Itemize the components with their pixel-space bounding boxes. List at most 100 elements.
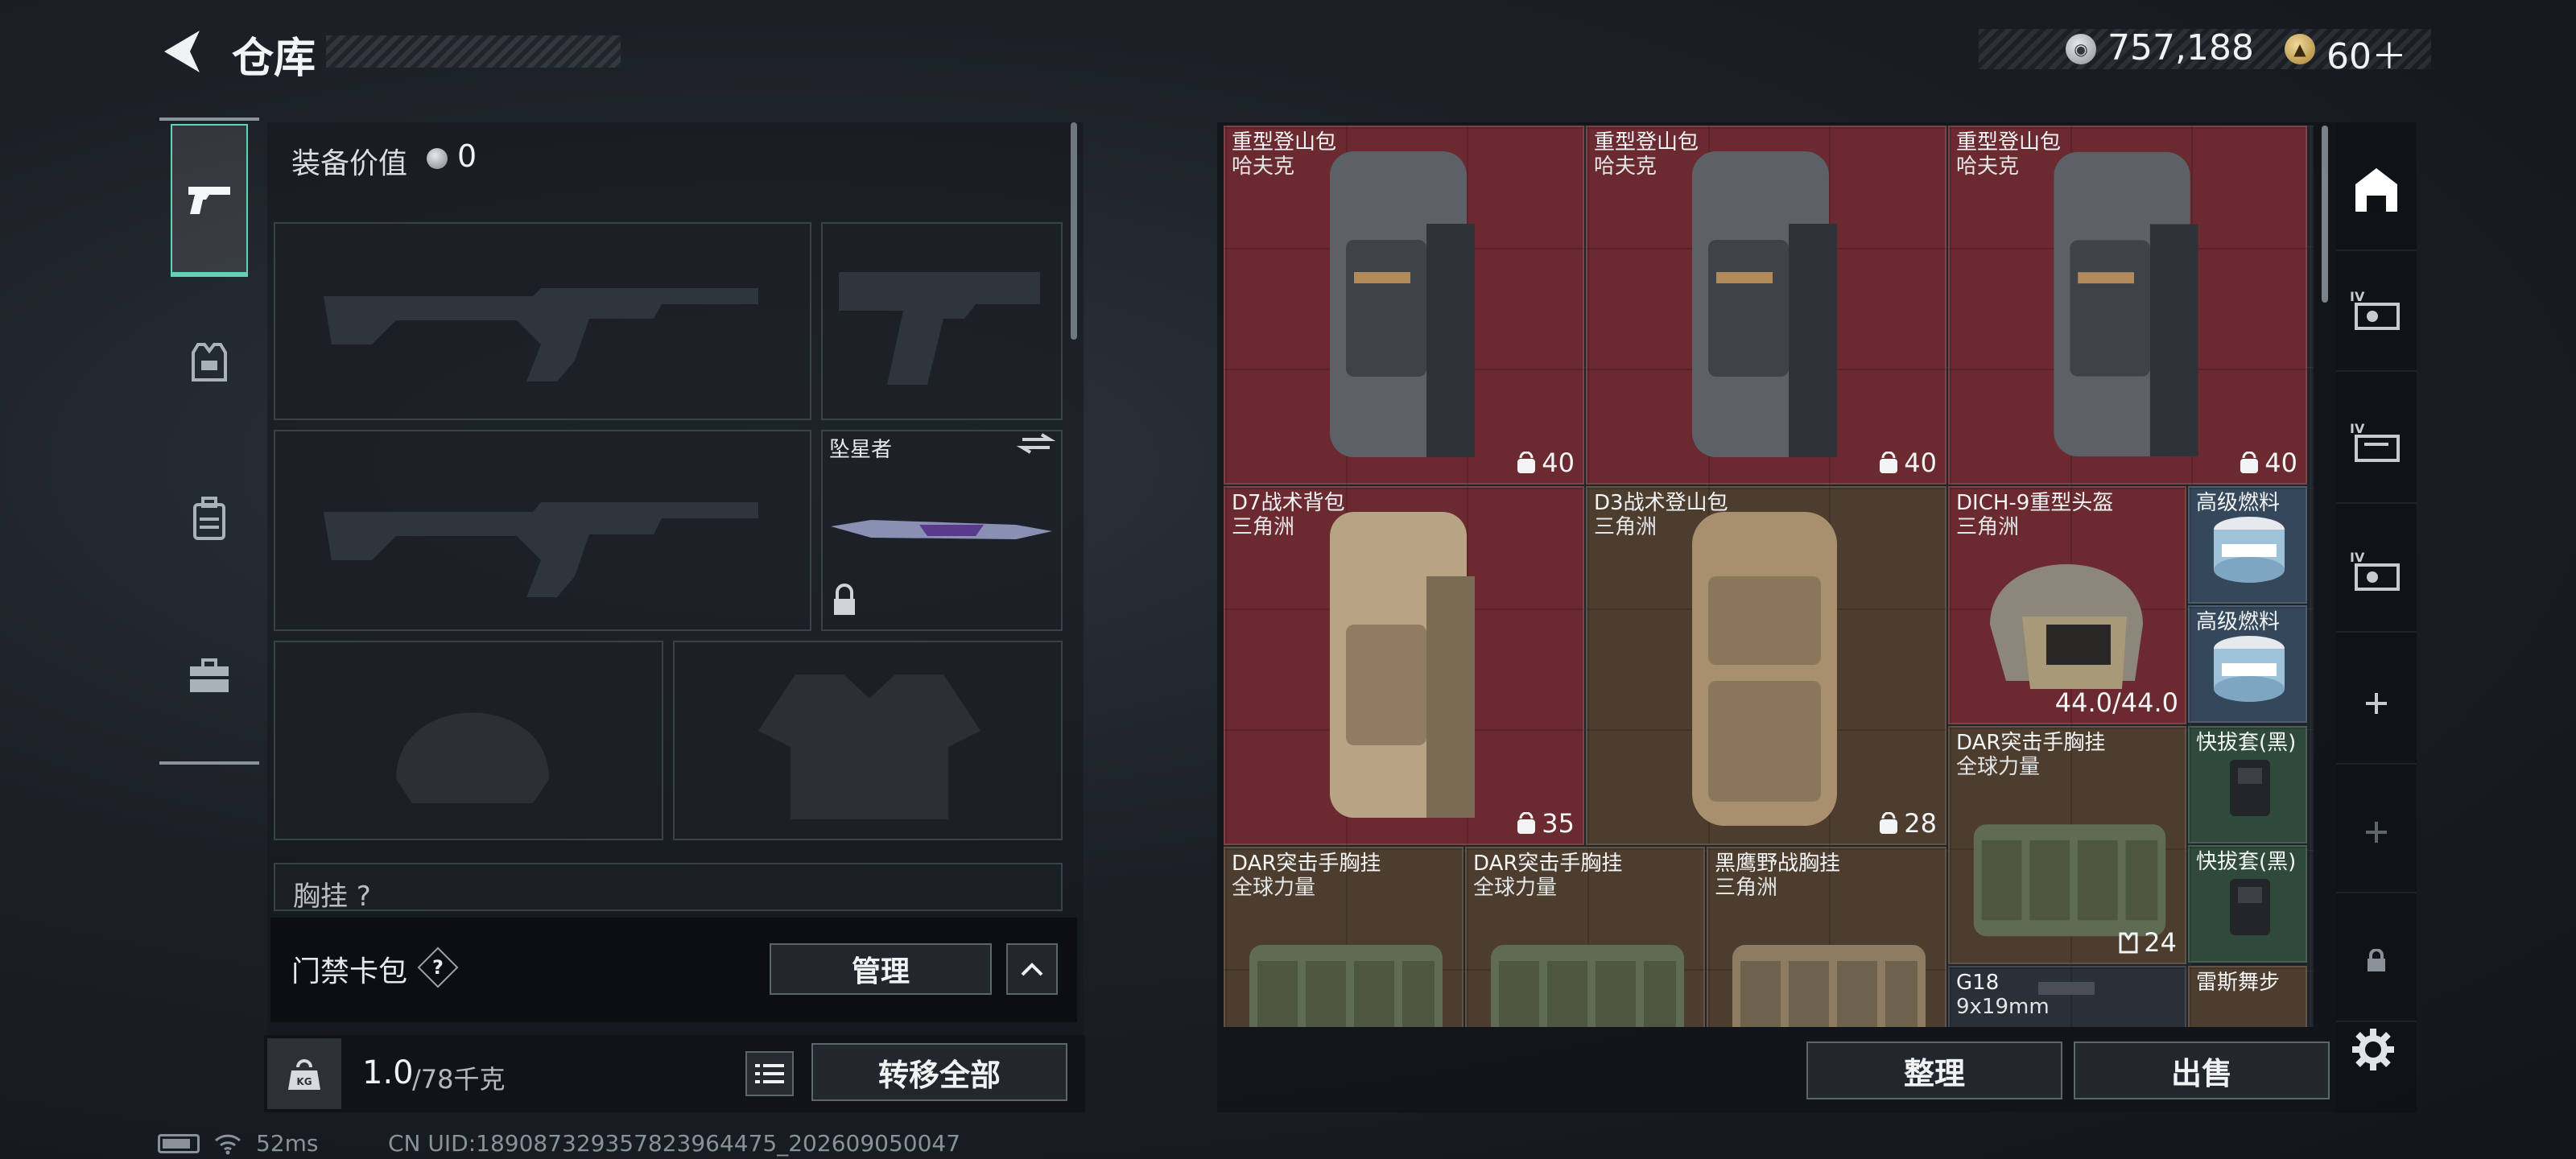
list-icon bbox=[755, 1064, 784, 1083]
chest-rig-label: 胸挂 ? bbox=[293, 881, 371, 913]
sort-button[interactable]: 整理 bbox=[1806, 1041, 2062, 1099]
primary-weapon-slot-1[interactable] bbox=[274, 222, 811, 420]
rifle-silhouette-icon bbox=[324, 502, 758, 597]
warehouse-item[interactable]: 快拔套(黑) bbox=[2188, 726, 2307, 843]
tab-weapons[interactable] bbox=[171, 124, 248, 277]
warehouse-item[interactable]: DAR突击手胸挂 全球力量 bbox=[1224, 847, 1463, 1027]
item-faction: 9x19mm bbox=[1956, 995, 2050, 1019]
warehouse-item[interactable]: 重型登山包 哈夫克 40 bbox=[1586, 126, 1946, 485]
warehouse-item[interactable]: 高级燃料 bbox=[2188, 605, 2307, 723]
rail-add-button-2[interactable] bbox=[2336, 773, 2417, 893]
warehouse-item[interactable]: 雷斯舞步 bbox=[2188, 966, 2307, 1027]
settings-button[interactable] bbox=[2344, 1021, 2402, 1079]
warehouse-item[interactable]: D7战术背包 三角洲 35 bbox=[1224, 486, 1584, 845]
rail-warehouse[interactable] bbox=[2336, 129, 2417, 251]
item-name: 快拔套(黑) bbox=[2196, 850, 2297, 874]
chevron-up-icon bbox=[1021, 963, 1043, 976]
backpack-image bbox=[1330, 151, 1475, 457]
warehouse-item[interactable]: 黑鹰野战胸挂 三角洲 bbox=[1707, 847, 1946, 1027]
back-button[interactable] bbox=[158, 26, 206, 77]
item-faction: 三角洲 bbox=[1956, 515, 2020, 539]
tab-backpack[interactable] bbox=[159, 447, 259, 592]
item-capacity-value: 40 bbox=[1904, 448, 1937, 478]
capacity-icon bbox=[1517, 452, 1536, 473]
helmet-silhouette-icon bbox=[396, 712, 549, 803]
coin-balance: 757,188 bbox=[2107, 27, 2254, 68]
warehouse-item[interactable]: 高级燃料 bbox=[2188, 486, 2307, 604]
armor-slot[interactable] bbox=[673, 641, 1063, 840]
coin-icon bbox=[427, 148, 448, 169]
page-title: 仓库 bbox=[232, 35, 316, 83]
warehouse-item[interactable]: 重型登山包 哈夫克 40 bbox=[1948, 126, 2307, 485]
chest-rig-slot[interactable] bbox=[274, 863, 1063, 911]
rail-case-3[interactable]: IV bbox=[2336, 512, 2417, 633]
equip-value-label: 装备价值 bbox=[291, 147, 408, 180]
armor-vest-icon bbox=[192, 343, 227, 382]
item-capacity: 24 bbox=[2118, 927, 2177, 958]
helmet-slot[interactable] bbox=[274, 641, 663, 840]
warehouse-item[interactable]: DAR突击手胸挂 全球力量 bbox=[1465, 847, 1705, 1027]
help-icon: ? bbox=[432, 955, 444, 979]
item-name: 高级燃料 bbox=[2196, 610, 2281, 634]
item-name: 重型登山包 bbox=[1232, 130, 1337, 155]
premium-coin-icon: ▲ bbox=[2285, 34, 2315, 64]
item-durability: 44.0/44.0 bbox=[2054, 687, 2178, 718]
item-faction: 哈夫克 bbox=[1956, 155, 2020, 179]
chest-rig-capacity-icon bbox=[2119, 932, 2138, 954]
item-faction: 哈夫克 bbox=[1232, 155, 1295, 179]
plus-icon bbox=[2366, 693, 2387, 714]
capacity-icon bbox=[2240, 452, 2259, 473]
item-capacity: 28 bbox=[1878, 808, 1937, 839]
rail-add-button-1[interactable] bbox=[2336, 644, 2417, 765]
item-capacity-value: 40 bbox=[2264, 448, 2297, 478]
warehouse-scrollbar[interactable] bbox=[2322, 126, 2328, 303]
warehouse-item[interactable]: DICH-9重型头盔 三角洲 44.0/44.0 bbox=[1948, 486, 2186, 724]
item-capacity: 40 bbox=[2239, 448, 2297, 478]
keycard-label: 门禁卡包 bbox=[291, 955, 408, 988]
tab-toolbox[interactable] bbox=[159, 604, 259, 749]
warehouse-item[interactable]: 快拔套(黑) bbox=[2188, 845, 2307, 963]
item-capacity-value: 40 bbox=[1542, 448, 1575, 478]
item-name: DICH-9重型头盔 bbox=[1956, 491, 2114, 515]
case-IV-icon: IV bbox=[2350, 289, 2400, 330]
warehouse-icon bbox=[2355, 168, 2397, 212]
wifi-icon bbox=[214, 1134, 242, 1154]
uid-text: CN UID:1890873293578239644​75_2026090500… bbox=[388, 1130, 961, 1157]
svg-text:KG: KG bbox=[296, 1076, 312, 1087]
secondary-weapon-slot[interactable] bbox=[821, 222, 1063, 420]
item-capacity: 40 bbox=[1516, 448, 1575, 478]
equip-value: 0 bbox=[457, 138, 477, 174]
rail-case-2[interactable]: IV bbox=[2336, 383, 2417, 504]
warehouse-item[interactable]: D3战术登山包 三角洲 28 bbox=[1586, 486, 1946, 845]
loadout-scrollbar[interactable] bbox=[1071, 122, 1077, 340]
pistol-silhouette-icon bbox=[839, 272, 1040, 385]
warehouse-item[interactable]: G18 9x19mm bbox=[1948, 966, 2186, 1027]
rail-case-1[interactable]: IV bbox=[2336, 251, 2417, 372]
item-name: D3战术登山包 bbox=[1594, 491, 1728, 515]
premium-balance-button[interactable]: 60＋ bbox=[2326, 27, 2407, 79]
item-name: 快拔套(黑) bbox=[2196, 731, 2297, 755]
case-IV-icon: IV bbox=[2350, 421, 2400, 462]
transfer-all-button[interactable]: 转移全部 bbox=[811, 1043, 1067, 1101]
case-IV-icon: IV bbox=[2350, 550, 2400, 591]
item-name: 雷斯舞步 bbox=[2196, 971, 2281, 995]
primary-weapon-slot-2[interactable] bbox=[274, 430, 811, 631]
backpack-image bbox=[1692, 512, 1837, 826]
warehouse-item[interactable]: 重型登山包 哈夫克 40 bbox=[1224, 126, 1584, 485]
title-decoration bbox=[326, 35, 621, 68]
warehouse-item[interactable]: DAR突击手胸挂 全球力量 24 bbox=[1948, 726, 2186, 964]
sell-button[interactable]: 出售 bbox=[2074, 1041, 2330, 1099]
list-view-button[interactable] bbox=[745, 1051, 794, 1096]
svg-text:IV: IV bbox=[2350, 421, 2365, 436]
item-faction: 全球力量 bbox=[1956, 755, 2041, 779]
item-name: 高级燃料 bbox=[2196, 491, 2281, 515]
rail-locked-slot[interactable] bbox=[2336, 901, 2417, 1022]
toolbox-icon bbox=[190, 658, 229, 692]
item-name: 重型登山包 bbox=[1956, 130, 2062, 155]
melee-weapon-name: 坠星者 bbox=[829, 438, 893, 462]
item-name: DAR突击手胸挂 bbox=[1473, 852, 1623, 876]
tab-gear[interactable] bbox=[159, 290, 259, 435]
manage-button[interactable]: 管理 bbox=[770, 943, 992, 995]
item-name: G18 bbox=[1956, 971, 2000, 995]
expand-button[interactable] bbox=[1006, 943, 1058, 995]
